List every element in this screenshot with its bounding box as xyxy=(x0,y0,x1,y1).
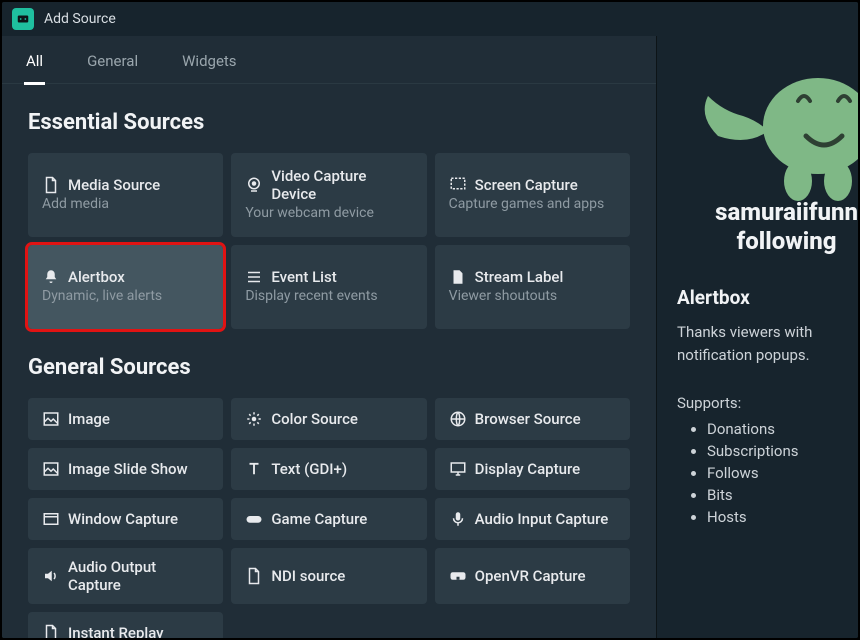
window-icon xyxy=(42,510,60,528)
tab-widgets[interactable]: Widgets xyxy=(180,46,238,83)
file-icon xyxy=(42,176,60,194)
card-title: Event List xyxy=(271,268,336,286)
source-card-media-source[interactable]: Media Source Add media xyxy=(28,153,223,237)
source-card-game-capture[interactable]: Game Capture xyxy=(231,498,426,540)
source-card-ndi-source[interactable]: NDI source xyxy=(231,548,426,604)
globe-icon xyxy=(449,410,467,428)
preview-pane: samuraiifunn following Alertbox Thanks v… xyxy=(657,36,858,638)
tab-general[interactable]: General xyxy=(85,46,140,83)
card-title: Screen Capture xyxy=(475,176,578,194)
card-title: OpenVR Capture xyxy=(475,567,586,585)
display-icon xyxy=(449,460,467,478)
list-icon xyxy=(245,268,263,286)
card-title: Stream Label xyxy=(475,268,564,286)
source-card-text-gdi-[interactable]: Text (GDI+) xyxy=(231,448,426,490)
source-card-image[interactable]: Image xyxy=(28,398,223,440)
main-area: All General Widgets Essential Sources Me… xyxy=(2,36,858,638)
add-source-window: Add Source All General Widgets Essential… xyxy=(2,2,858,638)
vr-icon xyxy=(449,567,467,585)
card-title: Game Capture xyxy=(271,510,367,528)
card-title: Media Source xyxy=(68,176,160,194)
game-icon xyxy=(245,510,263,528)
source-card-instant-replay[interactable]: Instant Replay xyxy=(28,612,223,638)
supports-block: Supports: Donations Subscriptions Follows B… xyxy=(677,394,858,526)
card-title: Alertbox xyxy=(68,268,125,286)
card-title: Video Capture Device xyxy=(271,167,412,203)
essential-heading: Essential Sources xyxy=(28,110,630,135)
source-card-openvr-capture[interactable]: OpenVR Capture xyxy=(435,548,630,604)
card-title: Display Capture xyxy=(475,460,580,478)
preview-text: samuraiifunn following xyxy=(715,198,858,256)
source-card-stream-label[interactable]: Stream Label Viewer shoutouts xyxy=(435,245,630,329)
supports-item: Bits xyxy=(707,486,858,504)
tab-all[interactable]: All xyxy=(24,46,45,85)
source-picker-pane: All General Widgets Essential Sources Me… xyxy=(2,36,657,638)
supports-item: Donations xyxy=(707,420,858,438)
speaker-icon xyxy=(42,567,60,585)
card-title: Instant Replay xyxy=(68,624,164,638)
card-subtitle: Dynamic, live alerts xyxy=(42,288,209,304)
mic-icon xyxy=(449,510,467,528)
source-card-display-capture[interactable]: Display Capture xyxy=(435,448,630,490)
screen-icon xyxy=(449,176,467,194)
essential-grid: Media Source Add media Video Capture Devic… xyxy=(28,153,630,329)
source-card-color-source[interactable]: Color Source xyxy=(231,398,426,440)
file-icon xyxy=(42,624,60,638)
card-title: Audio Input Capture xyxy=(475,510,609,528)
card-subtitle: Capture games and apps xyxy=(449,196,616,212)
general-heading: General Sources xyxy=(28,355,630,380)
titlebar: Add Source xyxy=(2,2,858,36)
source-card-audio-input-capture[interactable]: Audio Input Capture xyxy=(435,498,630,540)
source-card-window-capture[interactable]: Window Capture xyxy=(28,498,223,540)
supports-item: Hosts xyxy=(707,508,858,526)
supports-item: Subscriptions xyxy=(707,442,858,460)
supports-item: Follows xyxy=(707,464,858,482)
image-icon xyxy=(42,460,60,478)
card-title: Color Source xyxy=(271,410,358,428)
detail-title: Alertbox xyxy=(677,286,858,309)
source-list-scroll[interactable]: Essential Sources Media Source Add media V… xyxy=(2,84,656,638)
card-subtitle: Viewer shoutouts xyxy=(449,288,616,304)
general-grid: Image Color Source Browser Source Image Sli… xyxy=(28,398,630,638)
color-icon xyxy=(245,410,263,428)
category-tabs: All General Widgets xyxy=(2,36,656,84)
image-icon xyxy=(42,410,60,428)
card-title: Browser Source xyxy=(475,410,581,428)
card-title: Image Slide Show xyxy=(68,460,188,478)
source-card-alertbox[interactable]: Alertbox Dynamic, live alerts xyxy=(28,245,223,329)
card-title: Window Capture xyxy=(68,510,178,528)
source-card-event-list[interactable]: Event List Display recent events xyxy=(231,245,426,329)
detail-description: Thanks viewers with notification popups. xyxy=(677,321,858,368)
window-title: Add Source xyxy=(44,11,116,27)
card-subtitle: Add media xyxy=(42,196,209,212)
card-title: Audio Output Capture xyxy=(68,558,209,594)
text-icon xyxy=(245,460,263,478)
source-card-browser-source[interactable]: Browser Source xyxy=(435,398,630,440)
supports-label: Supports: xyxy=(677,394,858,412)
webcam-icon xyxy=(245,176,263,194)
preview-line2: following xyxy=(737,227,837,255)
preview-line1: samuraiifunn xyxy=(715,198,858,226)
source-card-audio-output-capture[interactable]: Audio Output Capture xyxy=(28,548,223,604)
alert-preview: samuraiifunn following xyxy=(677,36,858,266)
source-card-video-capture-device[interactable]: Video Capture Device Your webcam device xyxy=(231,153,426,237)
bell-icon xyxy=(42,268,60,286)
card-subtitle: Display recent events xyxy=(245,288,412,304)
source-card-screen-capture[interactable]: Screen Capture Capture games and apps xyxy=(435,153,630,237)
supports-list: Donations Subscriptions Follows Bits Hosts xyxy=(677,420,858,526)
card-title: Text (GDI+) xyxy=(271,460,347,478)
card-title: NDI source xyxy=(271,567,345,585)
card-subtitle: Your webcam device xyxy=(245,205,412,221)
source-card-image-slide-show[interactable]: Image Slide Show xyxy=(28,448,223,490)
card-title: Image xyxy=(68,410,110,428)
app-logo-icon xyxy=(12,8,34,30)
file-icon xyxy=(245,567,263,585)
label-icon xyxy=(449,268,467,286)
mascot-icon xyxy=(688,46,858,206)
